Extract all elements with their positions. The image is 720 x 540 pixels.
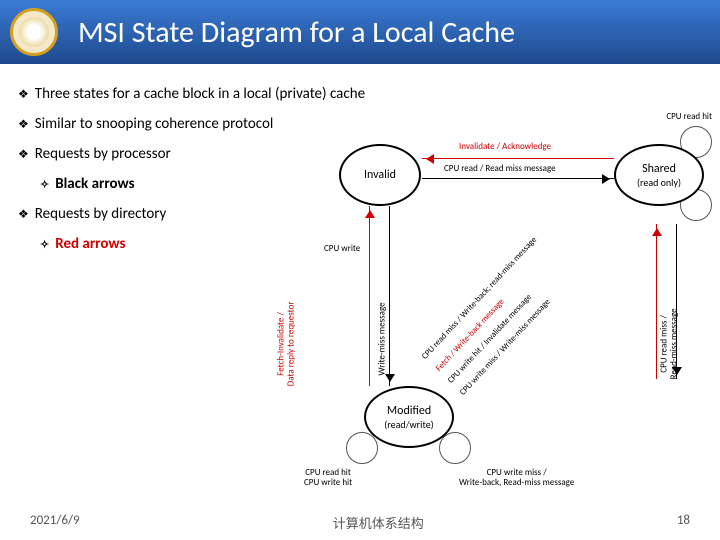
label-write-miss-msg: Write-miss message [378,302,388,375]
label-modified-loop-right: CPU write miss / Write-back, Read-miss m… [459,468,574,488]
arrow-invalid-to-modified [389,206,390,386]
slide-body: Three states for a cache block in a loca… [0,64,720,510]
arrow-shared-up-red [656,224,657,379]
arrow-modified-to-invalid-red [369,206,370,386]
label-shared-readhit: CPU read hit [666,112,712,122]
state-modified-label: Modified [387,404,431,418]
state-shared-sub: (read only) [637,176,681,189]
footer-page: 18 [677,513,690,532]
label-fetch-invalidate: Fetch-Invalidate / Data reply to request… [277,301,297,386]
slide-footer: 2021/6/9 计算机体系结构 18 [0,513,720,532]
footer-date: 2021/6/9 [30,513,80,532]
arrow-shared-to-invalid [422,158,614,159]
slide-header: MSI State Diagram for a Local Cache [0,0,720,64]
msi-state-diagram: Invalid Shared (read only) Modified (rea… [284,94,714,494]
footer-center: 计算机体系结构 [333,513,424,532]
label-right-vertical: CPU read miss / Read-miss message [660,308,680,379]
university-seal-icon [10,8,58,56]
label-modified-loop-left: CPU read hit CPU write hit [304,468,352,488]
arrow-invalid-to-shared [422,178,614,179]
state-shared-label: Shared [642,162,676,176]
modified-loop-right [439,432,471,464]
modified-loop-left [346,432,378,464]
label-cpu-write: CPU write [324,244,360,254]
slide-title: MSI State Diagram for a Local Cache [78,14,515,51]
label-invalidate-ack: Invalidate / Acknowledge [459,142,551,152]
state-invalid-label: Invalid [364,168,396,182]
state-modified-sub: (read/write) [384,418,433,431]
state-modified: Modified (read/write) [364,386,454,448]
state-invalid: Invalid [339,144,421,206]
label-cpu-read: CPU read / Read miss message [444,164,556,174]
state-shared: Shared (read only) [614,144,704,206]
